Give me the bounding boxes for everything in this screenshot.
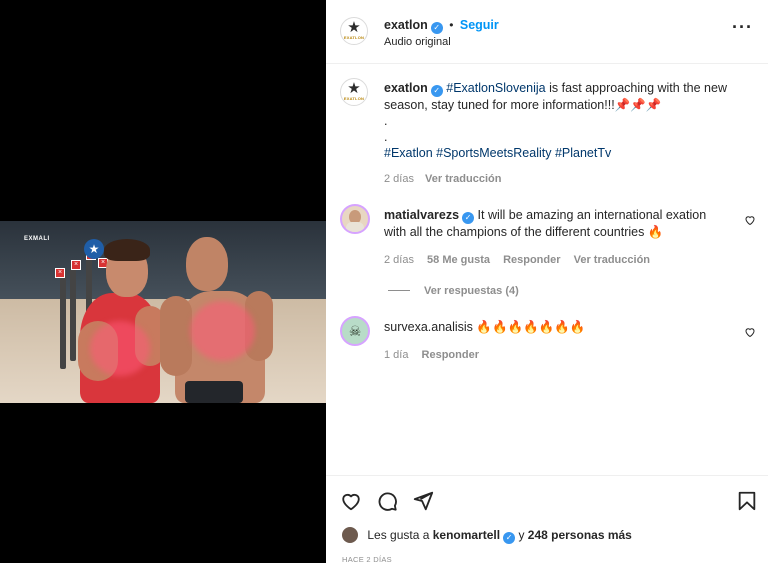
- logo-text: EXATLON: [343, 35, 365, 40]
- hashtag-link[interactable]: #ExatlonSlovenija: [446, 81, 545, 95]
- audio-label[interactable]: Audio original: [384, 36, 451, 48]
- reply-button[interactable]: Responder: [422, 349, 479, 361]
- likes-count[interactable]: 248 personas más: [528, 528, 632, 542]
- comment-body: 🔥🔥🔥🔥🔥🔥🔥: [476, 320, 586, 334]
- hashtag-link[interactable]: #SportsMeetsReality: [436, 146, 551, 160]
- comment-like-heart-icon[interactable]: [744, 326, 756, 338]
- verified-badge-icon: ✓: [430, 22, 443, 34]
- likes-suffix: y: [518, 528, 525, 542]
- heart-icon[interactable]: [340, 490, 362, 512]
- comment-icon[interactable]: [376, 490, 398, 512]
- follow-button[interactable]: Seguir: [460, 18, 499, 32]
- comment-meta: 2 días 58 Me gusta Responder Ver traducc…: [384, 254, 650, 266]
- liker-avatar[interactable]: [342, 527, 358, 543]
- likes-summary: Les gusta a kenomartell ✓ y 248 personas …: [342, 527, 632, 544]
- comment-text: survexa.analisis 🔥🔥🔥🔥🔥🔥🔥: [384, 319, 729, 335]
- likes-prefix: Les gusta a: [367, 528, 430, 542]
- comment-username[interactable]: survexa.analisis: [384, 320, 473, 334]
- comment-text: matialvarezs ✓ It will be amazing an inte…: [384, 207, 729, 240]
- verified-badge-icon: ✓: [462, 212, 475, 224]
- verified-badge-icon: ✓: [503, 532, 516, 544]
- comment-meta: 1 día Responder: [384, 349, 479, 361]
- comment-likes[interactable]: 58 Me gusta: [427, 254, 490, 266]
- hashtag-link[interactable]: #Exatlon: [384, 146, 433, 160]
- hashtag-link[interactable]: #PlanetTv: [555, 146, 611, 160]
- reply-button[interactable]: Responder: [503, 254, 560, 266]
- star-sign-icon: ★: [84, 239, 104, 259]
- caption-text: exatlon ✓ #ExatlonSlovenija is fast appro…: [384, 80, 729, 161]
- caption-time[interactable]: 2 días: [384, 173, 414, 185]
- view-replies-label[interactable]: Ver respuestas (4): [424, 285, 519, 297]
- caption-meta: 2 días Ver traducción: [384, 173, 501, 185]
- commenter-avatar[interactable]: [340, 204, 370, 234]
- more-options-icon[interactable]: ···: [732, 18, 753, 36]
- target-marker: ×: [55, 268, 65, 278]
- star-logo-icon: ★: [347, 19, 361, 36]
- replies-divider: [388, 290, 410, 291]
- logo-text: EXATLON: [343, 96, 365, 101]
- account-avatar[interactable]: ★ EXATLON: [340, 17, 368, 45]
- video-background-wall: [0, 221, 326, 303]
- commenter-avatar[interactable]: ☠: [340, 316, 370, 346]
- caption-translate-link[interactable]: Ver traducción: [425, 173, 501, 185]
- comment-like-heart-icon[interactable]: [744, 214, 756, 226]
- liker-username[interactable]: kenomartell: [433, 528, 500, 542]
- pin-icons: 📌📌📌: [614, 98, 662, 112]
- comment-time[interactable]: 2 días: [384, 254, 414, 266]
- obstacle-post: [60, 271, 66, 369]
- post-side-panel: ★ EXATLON exatlon ✓ • Seguir Audio origin…: [326, 0, 768, 564]
- caption-username[interactable]: exatlon: [384, 81, 428, 95]
- comment-time[interactable]: 1 día: [384, 349, 408, 361]
- comment-username[interactable]: matialvarezs: [384, 208, 459, 222]
- post-header: ★ EXATLON exatlon ✓ • Seguir Audio origin…: [326, 0, 768, 64]
- verified-badge-icon: ✓: [430, 85, 443, 97]
- target-marker: ×: [71, 260, 81, 270]
- bookmark-icon[interactable]: [736, 490, 758, 512]
- view-replies[interactable]: Ver respuestas (4): [388, 285, 519, 297]
- caption-dot: .: [384, 130, 388, 144]
- video-watermark: EXMALI: [24, 236, 50, 242]
- share-icon[interactable]: [412, 490, 434, 512]
- caption-dot: .: [384, 114, 388, 128]
- obstacle-post: [70, 261, 76, 361]
- post-video[interactable]: EXMALI × × × × ★: [0, 0, 326, 563]
- account-username[interactable]: exatlon: [384, 18, 428, 32]
- video-frame[interactable]: EXMALI × × × × ★: [0, 221, 326, 403]
- post-actions: Les gusta a kenomartell ✓ y 248 personas …: [326, 475, 768, 564]
- star-logo-icon: ★: [347, 80, 361, 97]
- separator-dot: •: [449, 18, 454, 32]
- caption-avatar[interactable]: ★ EXATLON: [340, 78, 368, 106]
- comment-translate-link[interactable]: Ver traducción: [574, 254, 650, 266]
